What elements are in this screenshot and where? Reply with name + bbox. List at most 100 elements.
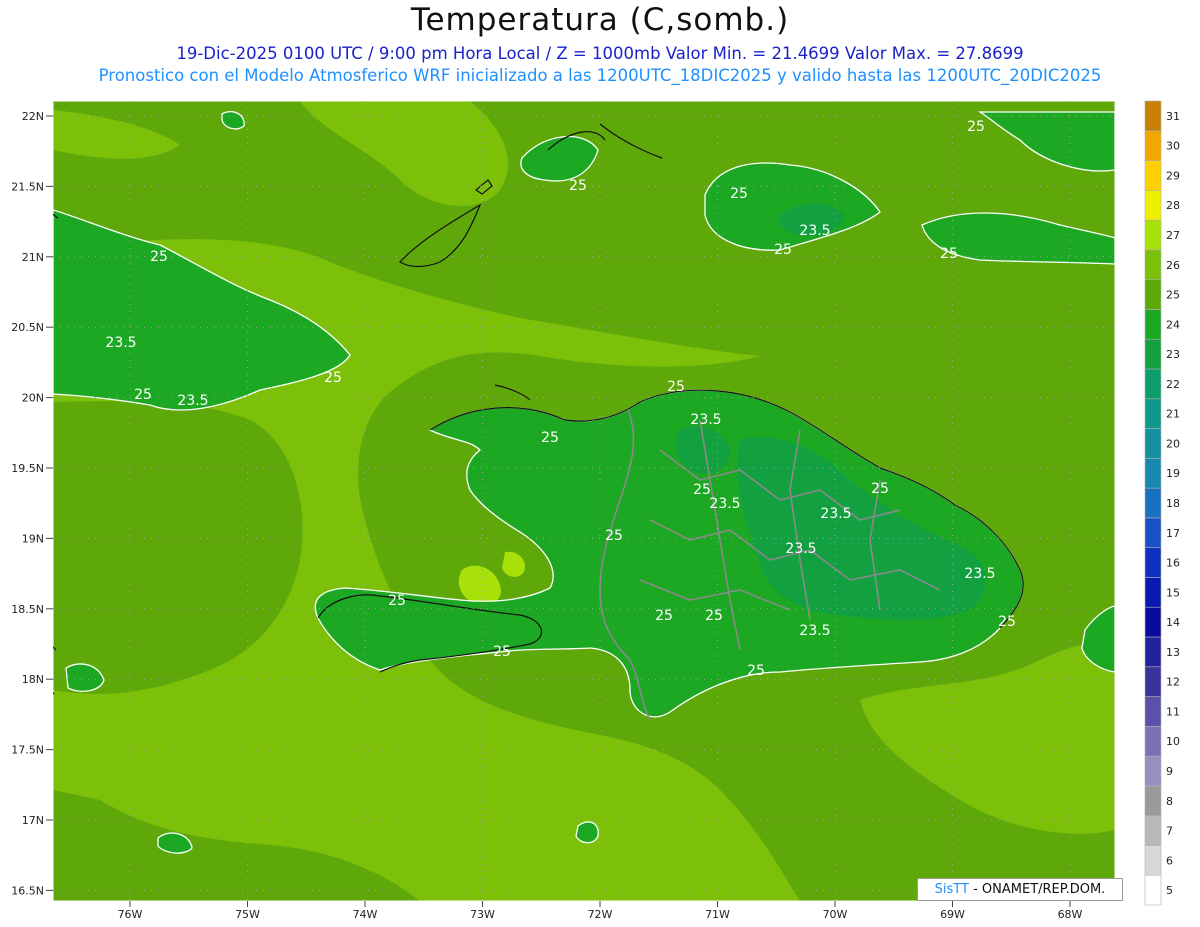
contour-label: 23.5 (177, 393, 208, 409)
contour-label: 25 (134, 387, 152, 403)
contour-label: 25 (655, 608, 673, 624)
legend-swatch (1144, 398, 1162, 429)
contour-label: 25 (967, 119, 985, 135)
contour-label: 25 (940, 246, 958, 262)
lat-tick-label: 18N (22, 673, 44, 686)
legend-label: 20 (1166, 437, 1180, 450)
contour-label: 23.5 (709, 496, 740, 512)
contour-label: 25 (569, 178, 587, 194)
legend-label: 16 (1166, 557, 1180, 570)
lon-tick-label: 72W (588, 908, 613, 921)
lat-tick-label: 20.5N (11, 321, 44, 334)
lat-tick-label: 22N (22, 110, 44, 123)
contour-label: 25 (541, 430, 559, 446)
color-legend: 5 6 7 8 9 10 11 12 13 14 15 16 17 18 19 20 21 22 23 24 25 26 2… (1144, 100, 1180, 906)
lat-tick-label: 19N (22, 532, 44, 545)
legend-swatch (1144, 666, 1162, 697)
legend-label: 26 (1166, 259, 1180, 272)
legend-swatch (1144, 636, 1162, 668)
contour-label: 25 (871, 481, 889, 497)
legend-swatch (1144, 577, 1162, 608)
legend-swatch (1144, 606, 1162, 638)
legend-swatch (1144, 547, 1162, 578)
legend-label: 9 (1166, 765, 1173, 778)
legend-label: 15 (1166, 586, 1180, 599)
contour-label: 25 (493, 644, 511, 660)
lat-tick-label: 17N (22, 814, 44, 827)
legend-swatch (1144, 696, 1162, 727)
legend-swatch (1144, 517, 1162, 548)
lon-tick-label: 75W (235, 908, 260, 921)
contour-label: 23.5 (105, 335, 136, 351)
contour-label: 25 (747, 663, 765, 679)
lon-tick-label: 74W (353, 908, 378, 921)
contour-label: 23.5 (820, 506, 851, 522)
legend-swatch (1144, 160, 1162, 191)
legend-swatch (1144, 845, 1162, 876)
legend-label: 17 (1166, 527, 1180, 540)
legend-label: 14 (1166, 616, 1180, 629)
contour-label: 25 (730, 186, 748, 202)
contour-label: 23.5 (799, 223, 830, 239)
legend-swatch (1144, 458, 1162, 489)
legend-label: 27 (1166, 229, 1180, 242)
legend-swatch (1144, 100, 1162, 132)
legend-swatch (1144, 487, 1162, 519)
lat-tick-label: 21.5N (11, 180, 44, 193)
contour-label: 25 (998, 614, 1016, 630)
legend-label: 22 (1166, 378, 1180, 391)
legend-label: 13 (1166, 646, 1180, 659)
lon-tick-label: 73W (470, 908, 495, 921)
legend-label: 18 (1166, 497, 1180, 510)
lat-tick-label: 21N (22, 251, 44, 264)
temperature-map: 22N 21.5N 21N 20.5N 20N 19.5N 19N 18.5N 18N 17.5N… (11, 100, 1180, 921)
legend-label: 8 (1166, 795, 1173, 808)
legend-swatch (1144, 130, 1162, 161)
lat-tick-label: 19.5N (11, 462, 44, 475)
lon-tick-label: 71W (705, 908, 730, 921)
legend-label: 5 (1166, 884, 1173, 897)
contour-label: 25 (324, 370, 342, 386)
legend-label: 11 (1166, 705, 1180, 718)
lon-tick-label: 76W (118, 908, 143, 921)
legend-label: 29 (1166, 169, 1180, 182)
contour-label: 25 (705, 608, 723, 624)
contour-label: 25 (774, 242, 792, 258)
contour-label: 25 (150, 249, 168, 265)
lat-tick-label: 18.5N (11, 603, 44, 616)
legend-label: 30 (1166, 140, 1180, 153)
legend-swatch (1144, 368, 1162, 400)
legend-swatch (1144, 874, 1162, 906)
contour-label: 25 (667, 379, 685, 395)
lon-tick-label: 68W (1058, 908, 1083, 921)
credit-box: SisTT - ONAMET/REP.DOM. (917, 878, 1123, 901)
contour-label: 23.5 (690, 412, 721, 428)
brand-logo-text: SisTT (934, 882, 969, 897)
legend-swatch (1144, 815, 1162, 846)
contour-label: 23.5 (799, 623, 830, 639)
legend-swatch (1144, 219, 1162, 251)
legend-label: 31 (1166, 110, 1180, 123)
plot-area (53, 101, 1115, 901)
contour-label: 23.5 (964, 566, 995, 582)
lat-tick-label: 17.5N (11, 744, 44, 757)
contour-label: 25 (693, 482, 711, 498)
lat-tick-label: 20N (22, 392, 44, 405)
land-islet-s (575, 821, 599, 844)
contour-label: 25 (388, 593, 406, 609)
credit-org: - ONAMET/REP.DOM. (968, 882, 1106, 897)
legend-swatch (1144, 309, 1162, 340)
legend-label: 7 (1166, 825, 1173, 838)
legend-swatch (1144, 190, 1162, 221)
legend-label: 23 (1166, 348, 1180, 361)
legend-swatch (1144, 785, 1162, 816)
legend-swatch (1144, 726, 1162, 757)
lon-tick-label: 69W (940, 908, 965, 921)
legend-label: 6 (1166, 854, 1173, 867)
lon-tick-label: 70W (823, 908, 848, 921)
legend-label: 28 (1166, 199, 1180, 212)
legend-swatch (1144, 428, 1162, 459)
legend-label: 24 (1166, 318, 1180, 331)
legend-label: 25 (1166, 289, 1180, 302)
legend-label: 10 (1166, 735, 1180, 748)
